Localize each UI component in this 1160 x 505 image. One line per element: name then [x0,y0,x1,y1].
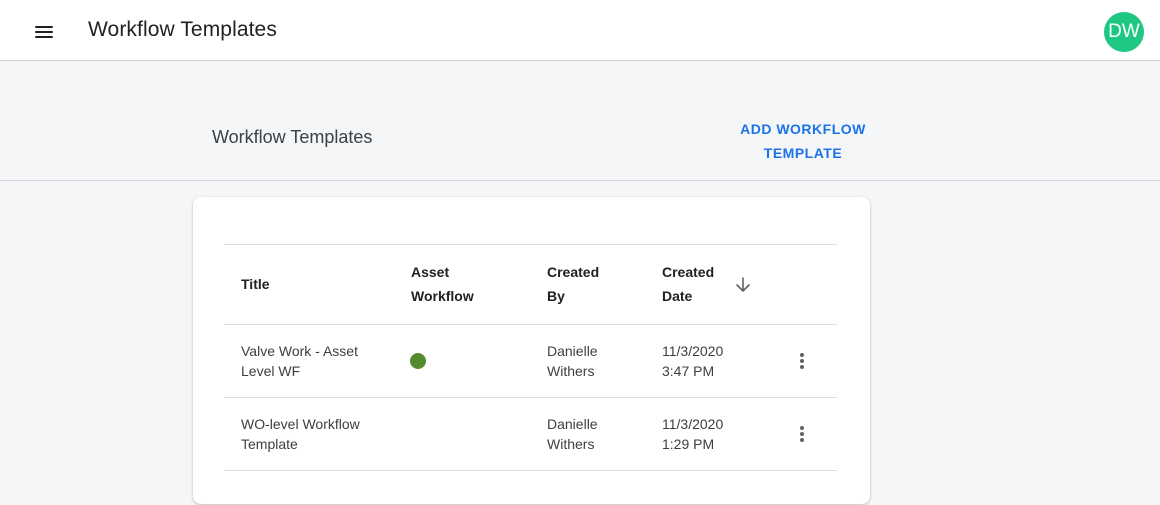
arrow-down-icon[interactable] [733,275,753,295]
templates-table: Title Asset Workflow Created By Created … [224,244,837,471]
row-title: Valve Work - Asset Level WF [241,341,358,381]
column-header-asset-workflow-line1: Asset [411,264,450,280]
row-title-line2: Template [241,436,298,452]
column-header-created-date-line1: Created [662,264,715,280]
row-created-date-line1: 11/3/2020 [662,343,724,359]
row-title-line1: WO-level Workflow [241,416,360,432]
table-header-row: Title Asset Workflow Created By Created … [224,244,837,325]
row-created-by-line2: Withers [547,363,595,379]
row-created-date: 11/3/2020 1:29 PM [662,414,723,454]
row-title-line1: Valve Work - Asset [241,343,358,359]
app-bar: Workflow Templates DW [0,0,1160,61]
add-button-label-line2: TEMPLATE [763,145,843,161]
column-header-asset-workflow[interactable]: Asset Workflow [411,260,474,308]
more-vertical-icon[interactable] [790,422,814,446]
row-title: WO-level Workflow Template [241,414,360,454]
avatar[interactable]: DW [1104,12,1144,52]
app-title: Workflow Templates [88,18,277,41]
row-created-date-line1: 11/3/2020 [662,416,724,432]
row-created-by: Danielle Withers [547,414,598,454]
more-vertical-icon[interactable] [790,349,814,373]
add-workflow-template-button[interactable]: ADD WORKFLOW TEMPLATE [738,117,868,165]
hamburger-menu-icon[interactable] [26,16,62,48]
row-created-date-line2: 1:29 PM [662,436,715,452]
column-header-created-by-line2: By [547,288,565,304]
column-header-title[interactable]: Title [241,272,270,296]
row-created-by-line1: Danielle [547,343,598,359]
table-row[interactable]: WO-level Workflow Template Danielle With… [224,398,837,471]
asset-workflow-indicator [410,353,426,369]
column-header-created-date[interactable]: Created Date [662,260,714,308]
column-header-asset-workflow-line2: Workflow [411,288,474,304]
table-row[interactable]: Valve Work - Asset Level WF Danielle Wit… [224,325,837,398]
column-header-created-by-line1: Created [547,264,600,280]
page-header: Workflow Templates ADD WORKFLOW TEMPLATE [0,61,1160,181]
row-created-by-line2: Withers [547,436,595,452]
row-created-date: 11/3/2020 3:47 PM [662,341,723,381]
row-title-line2: Level WF [241,363,301,379]
row-created-by: Danielle Withers [547,341,598,381]
column-header-created-date-line2: Date [662,288,693,304]
add-button-label-line1: ADD WORKFLOW [740,121,866,137]
templates-card: Title Asset Workflow Created By Created … [193,197,870,504]
column-header-created-by[interactable]: Created By [547,260,599,308]
row-created-by-line1: Danielle [547,416,598,432]
page-title: Workflow Templates [212,127,373,147]
row-created-date-line2: 3:47 PM [662,363,715,379]
